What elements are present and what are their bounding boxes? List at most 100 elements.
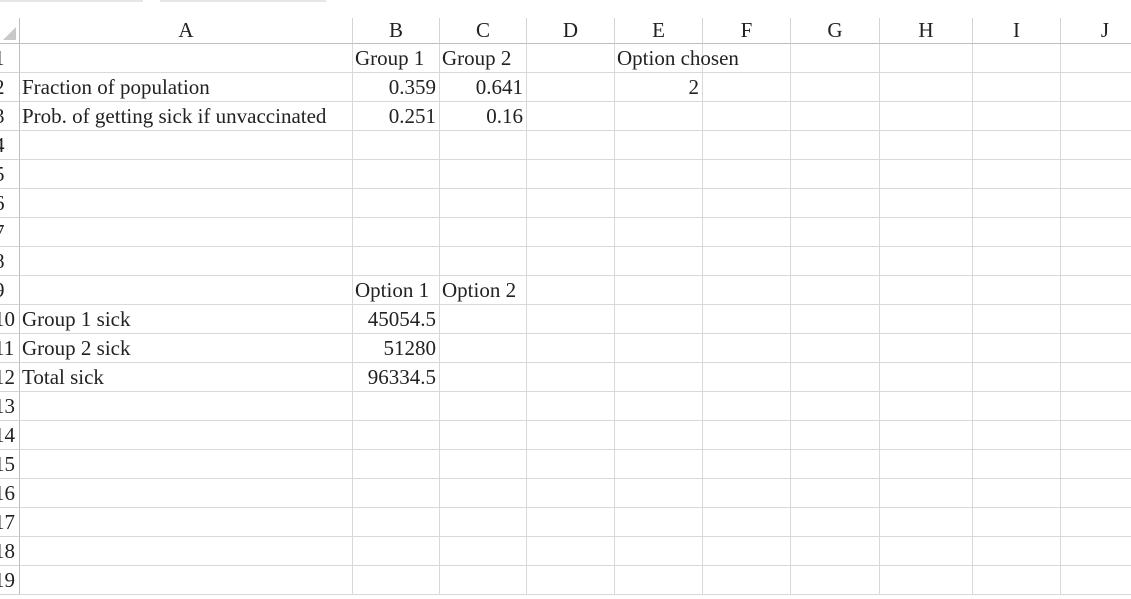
cell-f1[interactable]	[703, 44, 791, 73]
cell-h18[interactable]	[880, 537, 973, 566]
cell-c9[interactable]: Option 2	[440, 276, 527, 305]
cell-a4[interactable]	[20, 131, 353, 160]
column-header-b[interactable]: B	[353, 18, 440, 44]
cell-h5[interactable]	[880, 160, 973, 189]
cell-b2[interactable]: 0.359	[353, 73, 440, 102]
cell-a7[interactable]	[20, 218, 353, 247]
cell-b17[interactable]	[353, 508, 440, 537]
cell-g4[interactable]	[791, 131, 880, 160]
cell-b13[interactable]	[353, 392, 440, 421]
row-header-14[interactable]: 14	[0, 421, 20, 450]
cell-b5[interactable]	[353, 160, 440, 189]
cell-h8[interactable]	[880, 247, 973, 276]
row-header-15[interactable]: 15	[0, 450, 20, 479]
cell-e8[interactable]	[615, 247, 703, 276]
cell-a8[interactable]	[20, 247, 353, 276]
cell-g1[interactable]	[791, 44, 880, 73]
column-header-h[interactable]: H	[880, 18, 973, 44]
column-header-g[interactable]: G	[791, 18, 880, 44]
cell-f11[interactable]	[703, 334, 791, 363]
cell-h16[interactable]	[880, 479, 973, 508]
cell-d16[interactable]	[527, 479, 615, 508]
cell-i12[interactable]	[973, 363, 1061, 392]
row-header-5[interactable]: 5	[0, 160, 20, 189]
cell-j6[interactable]	[1061, 189, 1131, 218]
cell-b12[interactable]: 96334.5	[353, 363, 440, 392]
row-header-11[interactable]: 11	[0, 334, 20, 363]
cell-f15[interactable]	[703, 450, 791, 479]
cell-f5[interactable]	[703, 160, 791, 189]
cell-e13[interactable]	[615, 392, 703, 421]
cell-g14[interactable]	[791, 421, 880, 450]
cell-g18[interactable]	[791, 537, 880, 566]
cell-c15[interactable]	[440, 450, 527, 479]
cell-i11[interactable]	[973, 334, 1061, 363]
cell-g6[interactable]	[791, 189, 880, 218]
cell-c3[interactable]: 0.16	[440, 102, 527, 131]
cell-h13[interactable]	[880, 392, 973, 421]
cell-a17[interactable]	[20, 508, 353, 537]
cell-b1[interactable]: Group 1	[353, 44, 440, 73]
cell-i15[interactable]	[973, 450, 1061, 479]
cell-d6[interactable]	[527, 189, 615, 218]
row-header-12[interactable]: 12	[0, 363, 20, 392]
cell-j9[interactable]	[1061, 276, 1131, 305]
cell-b18[interactable]	[353, 537, 440, 566]
cell-d7[interactable]	[527, 218, 615, 247]
cell-h12[interactable]	[880, 363, 973, 392]
cell-d4[interactable]	[527, 131, 615, 160]
cell-f10[interactable]	[703, 305, 791, 334]
cell-b10[interactable]: 45054.5	[353, 305, 440, 334]
cell-a12[interactable]: Total sick	[20, 363, 353, 392]
cell-e19[interactable]	[615, 566, 703, 595]
cell-c2[interactable]: 0.641	[440, 73, 527, 102]
cell-d19[interactable]	[527, 566, 615, 595]
cell-e6[interactable]	[615, 189, 703, 218]
cell-g7[interactable]	[791, 218, 880, 247]
cell-b15[interactable]	[353, 450, 440, 479]
cell-f7[interactable]	[703, 218, 791, 247]
cell-d18[interactable]	[527, 537, 615, 566]
cell-a1[interactable]	[20, 44, 353, 73]
cell-d12[interactable]	[527, 363, 615, 392]
cell-j15[interactable]	[1061, 450, 1131, 479]
row-header-9[interactable]: 9	[0, 276, 20, 305]
cell-e3[interactable]	[615, 102, 703, 131]
cell-g15[interactable]	[791, 450, 880, 479]
cell-f16[interactable]	[703, 479, 791, 508]
row-header-18[interactable]: 18	[0, 537, 20, 566]
cell-d9[interactable]	[527, 276, 615, 305]
cell-j5[interactable]	[1061, 160, 1131, 189]
cell-j16[interactable]	[1061, 479, 1131, 508]
cell-g13[interactable]	[791, 392, 880, 421]
cell-c12[interactable]	[440, 363, 527, 392]
cell-i2[interactable]	[973, 73, 1061, 102]
cell-f19[interactable]	[703, 566, 791, 595]
cell-e15[interactable]	[615, 450, 703, 479]
column-header-f[interactable]: F	[703, 18, 791, 44]
cell-e7[interactable]	[615, 218, 703, 247]
cell-c6[interactable]	[440, 189, 527, 218]
cell-c16[interactable]	[440, 479, 527, 508]
cell-a13[interactable]	[20, 392, 353, 421]
cell-a19[interactable]	[20, 566, 353, 595]
cell-d13[interactable]	[527, 392, 615, 421]
cell-g10[interactable]	[791, 305, 880, 334]
cell-e16[interactable]	[615, 479, 703, 508]
cell-f18[interactable]	[703, 537, 791, 566]
cell-g2[interactable]	[791, 73, 880, 102]
row-header-6[interactable]: 6	[0, 189, 20, 218]
cell-c13[interactable]	[440, 392, 527, 421]
cell-g17[interactable]	[791, 508, 880, 537]
cell-h19[interactable]	[880, 566, 973, 595]
row-header-4[interactable]: 4	[0, 131, 20, 160]
cell-e14[interactable]	[615, 421, 703, 450]
cell-f14[interactable]	[703, 421, 791, 450]
cell-c19[interactable]	[440, 566, 527, 595]
row-header-19[interactable]: 19	[0, 566, 20, 595]
cell-f9[interactable]	[703, 276, 791, 305]
cell-e2[interactable]: 2	[615, 73, 703, 102]
cell-d1[interactable]	[527, 44, 615, 73]
cell-i18[interactable]	[973, 537, 1061, 566]
cell-e5[interactable]	[615, 160, 703, 189]
